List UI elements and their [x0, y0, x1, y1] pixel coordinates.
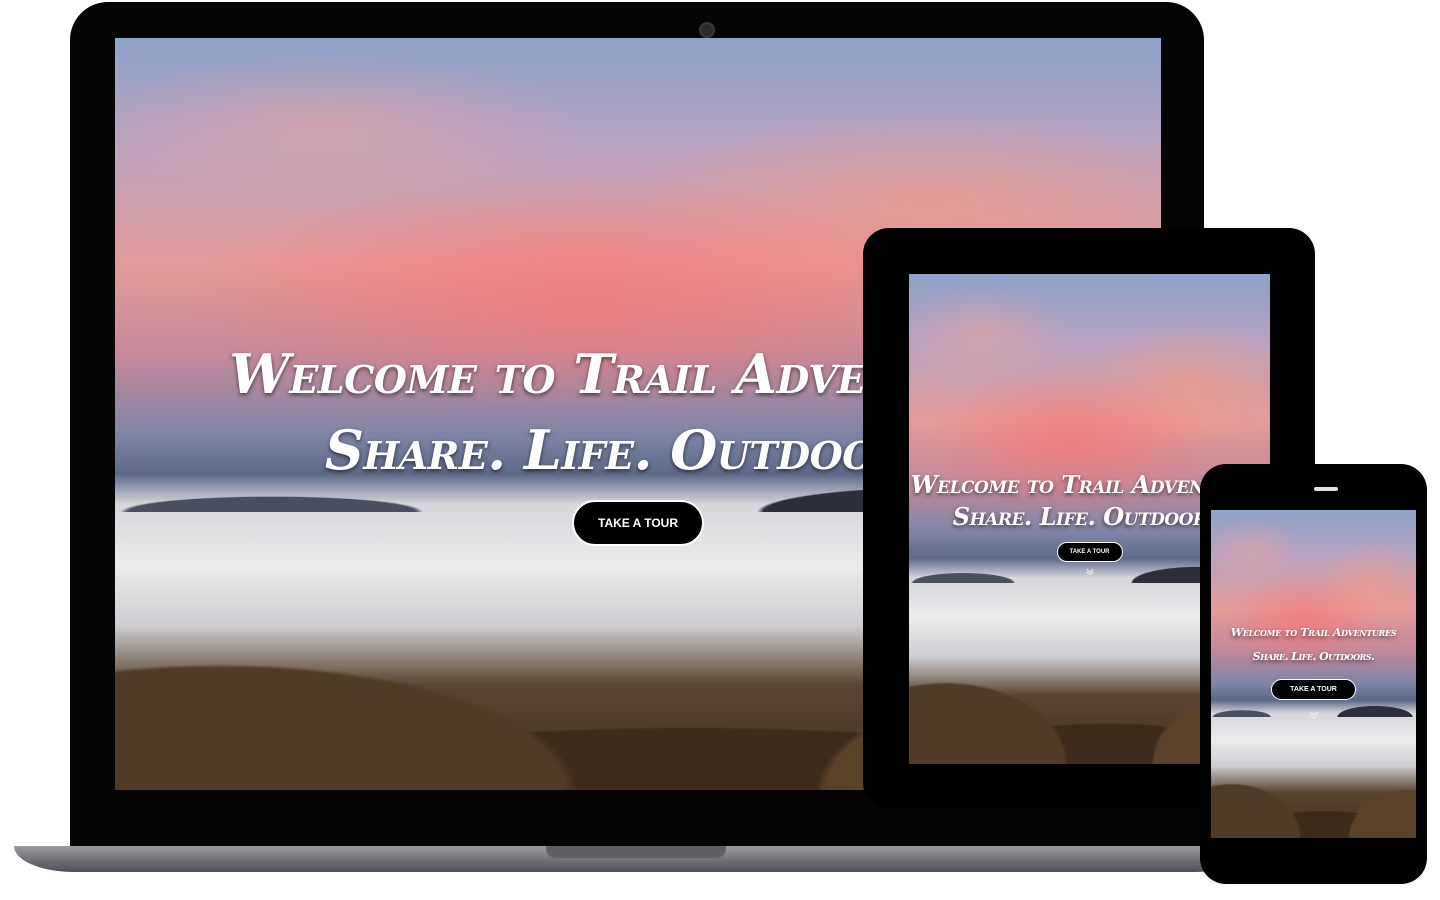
double-chevron-down-icon[interactable]	[1309, 710, 1319, 720]
take-a-tour-button[interactable]: TAKE A TOUR	[1271, 679, 1356, 700]
take-a-tour-button[interactable]: TAKE A TOUR	[1056, 542, 1123, 562]
device-mockup: Welcome to Trail Adventures Share. Life.…	[0, 0, 1440, 900]
hero-tagline: Share. Life. Outdoors.	[1252, 650, 1375, 663]
hero-title: Welcome to Trail Adventures	[1230, 626, 1397, 639]
take-a-tour-button[interactable]: TAKE A TOUR	[572, 500, 704, 546]
phone-speaker	[1314, 487, 1338, 491]
hero-section: Welcome to Trail Adventures Share. Life.…	[1211, 624, 1416, 720]
camera-icon	[699, 22, 715, 38]
double-chevron-down-icon[interactable]	[630, 558, 646, 574]
double-chevron-down-icon[interactable]	[1086, 568, 1094, 576]
phone-screen: Welcome to Trail Adventures Share. Life.…	[1211, 510, 1416, 838]
laptop-trackpad-notch	[546, 846, 726, 858]
